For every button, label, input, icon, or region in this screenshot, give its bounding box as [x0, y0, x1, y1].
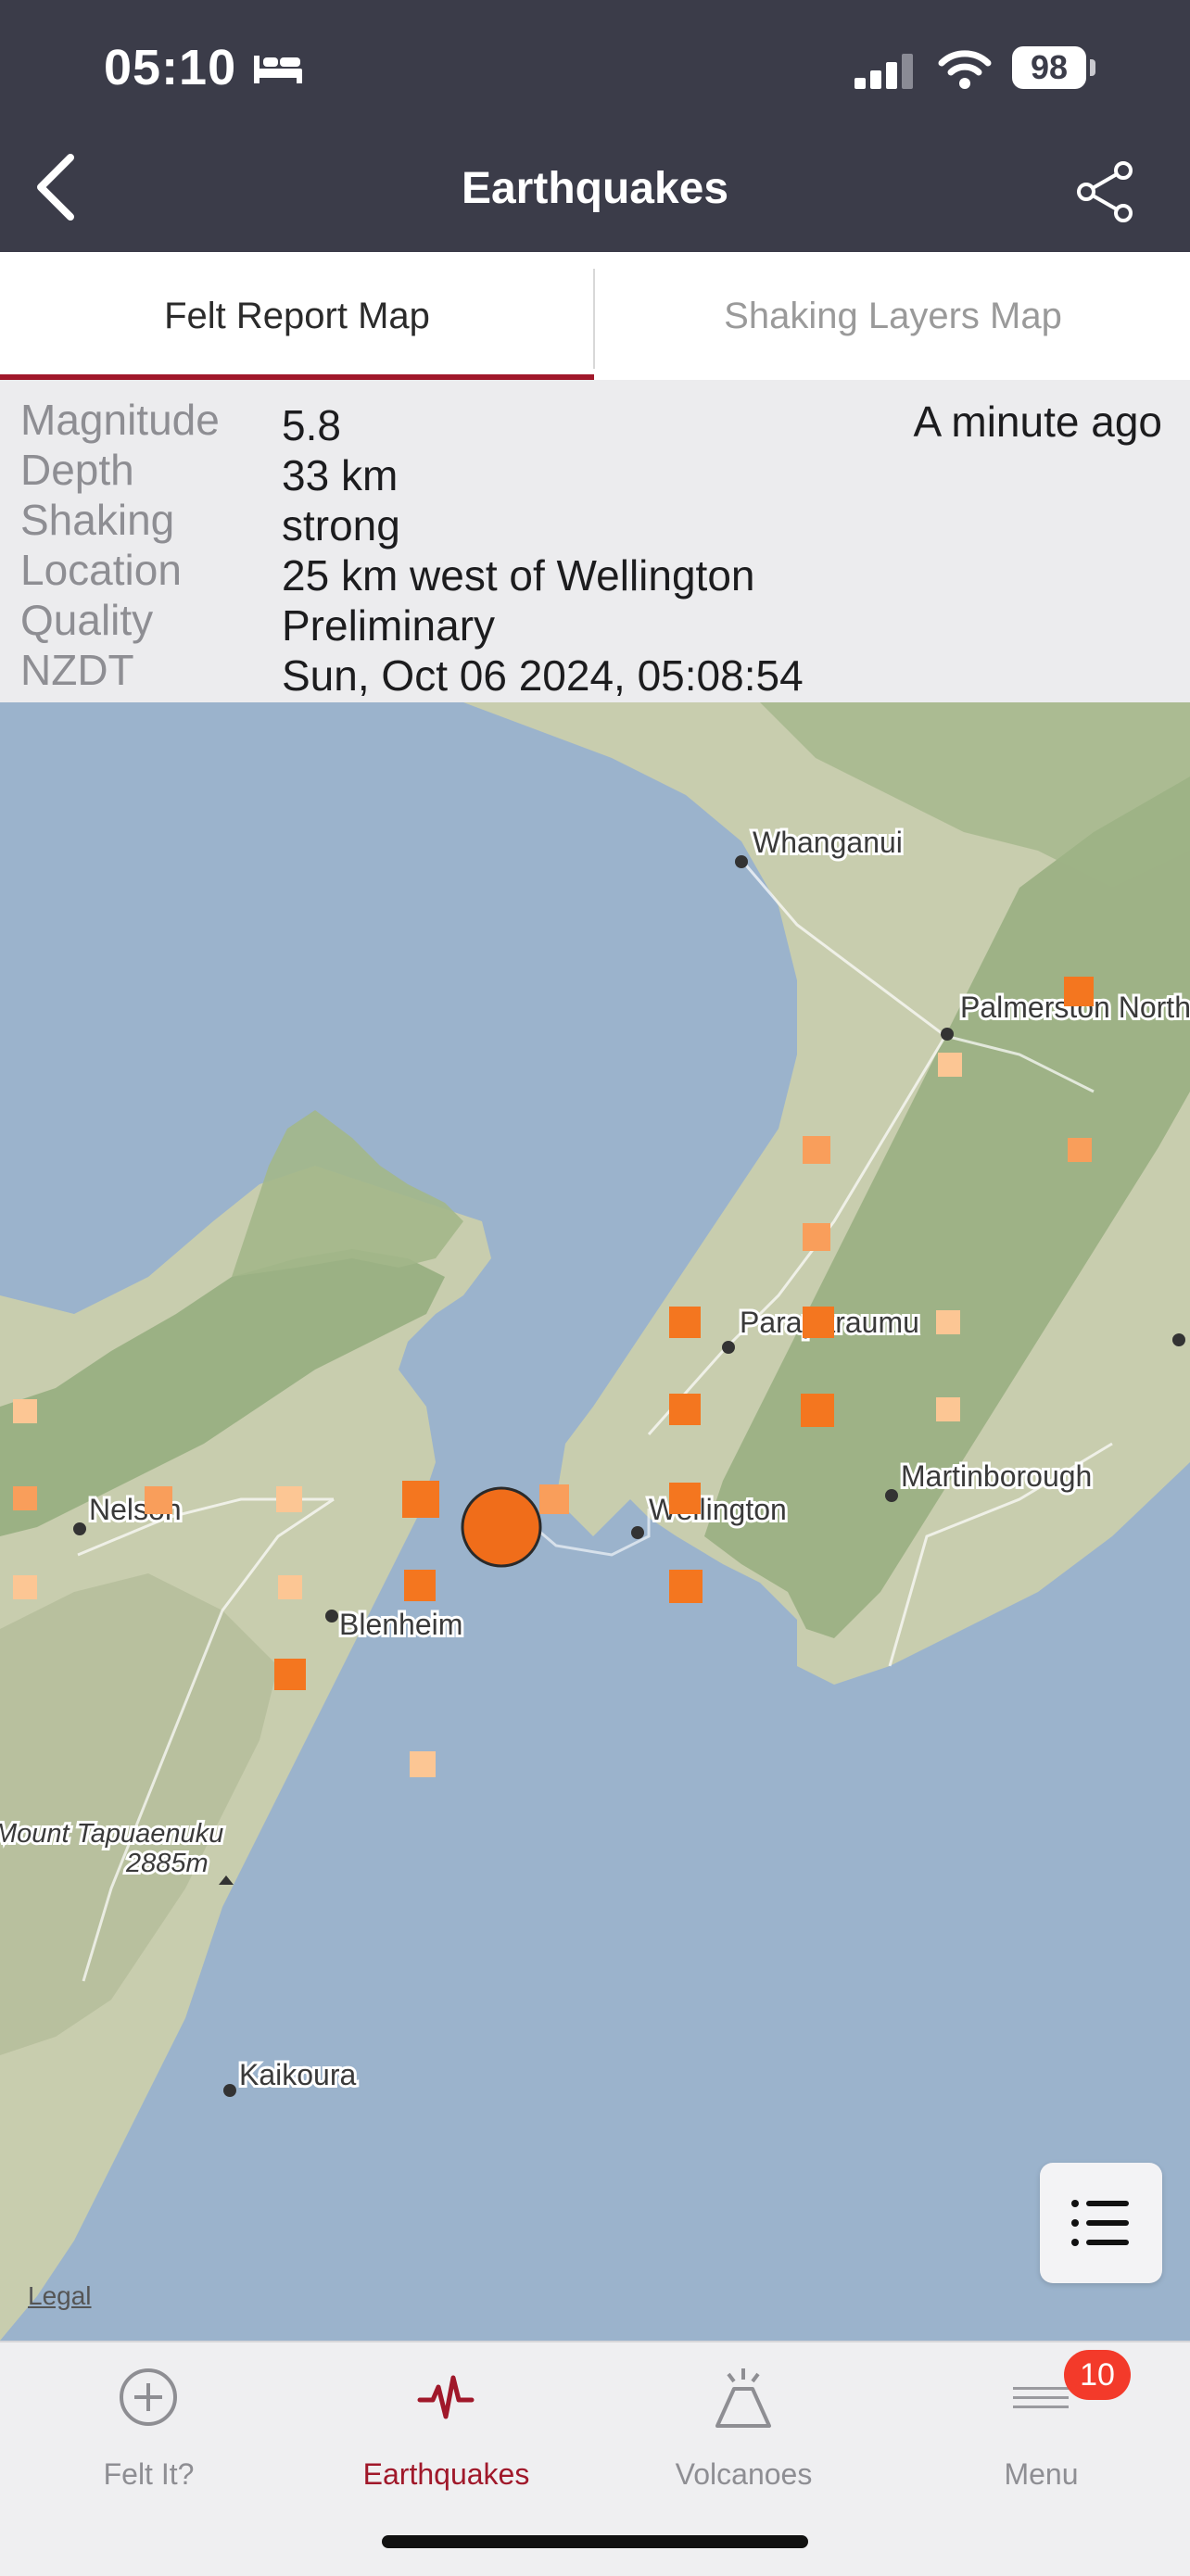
felt-report-strong[interactable]: [669, 1394, 701, 1425]
felt-report-light[interactable]: [13, 1575, 37, 1599]
tabbar-volcanoes[interactable]: Volcanoes: [595, 2342, 892, 2528]
quake-info-panel: A minute ago Magnitude 5.8 Depth 33 km S…: [0, 380, 1190, 702]
signal-icon: [855, 54, 913, 89]
felt-report-strong[interactable]: [1064, 977, 1094, 1006]
quality-value: Preliminary: [282, 601, 496, 650]
place-whanganui: Whanganui: [753, 826, 903, 859]
page-title: Earthquakes: [461, 164, 729, 213]
header-bar: [0, 0, 1190, 252]
magnitude-label: Magnitude: [20, 396, 220, 444]
tabbar-menu[interactable]: Menu: [892, 2342, 1190, 2528]
felt-report-medium[interactable]: [803, 1136, 830, 1164]
felt-report-medium[interactable]: [539, 1484, 569, 1514]
felt-report-light[interactable]: [936, 1310, 960, 1334]
felt-report-medium[interactable]: [803, 1223, 830, 1251]
map-tabs: Felt Report Map Shaking Layers Map: [0, 252, 1190, 380]
felt-report-strong[interactable]: [669, 1483, 701, 1514]
tab-felt-report-map[interactable]: Felt Report Map: [0, 252, 594, 380]
list-icon: [1071, 2200, 1129, 2246]
place-martinborough: Martinborough: [901, 1459, 1092, 1493]
tabbar-label-volcanoes: Volcanoes: [675, 2457, 813, 2491]
epicenter-marker[interactable]: [461, 1486, 542, 1568]
felt-report-light[interactable]: [276, 1486, 302, 1512]
nzdt-label: NZDT: [20, 646, 134, 694]
tab-shaking-layers-map[interactable]: Shaking Layers Map: [596, 252, 1190, 380]
place-blenheim: Blenheim: [339, 1608, 462, 1641]
quality-label: Quality: [20, 596, 154, 644]
share-icon[interactable]: [1075, 161, 1136, 222]
felt-report-strong[interactable]: [803, 1307, 834, 1338]
list-button[interactable]: [1040, 2163, 1162, 2283]
legal-link[interactable]: Legal: [28, 2281, 92, 2311]
shaking-label: Shaking: [20, 496, 175, 544]
pulse-icon: [417, 2375, 475, 2419]
menu-badge: 10: [1064, 2350, 1131, 2400]
tab-divider: [593, 269, 595, 369]
felt-report-strong[interactable]: [404, 1570, 436, 1601]
felt-report-strong[interactable]: [274, 1659, 306, 1690]
shaking-value: strong: [282, 501, 400, 549]
felt-report-light[interactable]: [938, 1053, 962, 1077]
place-mount-tapuaenuku: Mount Tapuaenuku: [0, 1819, 223, 1849]
depth-label: Depth: [20, 446, 134, 494]
felt-report-strong[interactable]: [669, 1570, 703, 1603]
felt-report-strong[interactable]: [801, 1394, 834, 1427]
place-kaikoura: Kaikoura: [239, 2058, 357, 2091]
volcano-icon: [715, 2368, 771, 2428]
felt-report-light[interactable]: [278, 1575, 302, 1599]
bed-icon: [254, 56, 302, 83]
location-label: Location: [20, 546, 182, 594]
tabbar-earthquakes[interactable]: Earthquakes: [298, 2342, 595, 2528]
felt-report-strong[interactable]: [402, 1481, 439, 1518]
felt-report-medium[interactable]: [13, 1486, 37, 1510]
felt-report-medium[interactable]: [1068, 1138, 1092, 1162]
felt-report-strong[interactable]: [669, 1307, 701, 1338]
place-elevation: 2885m: [125, 1849, 209, 1878]
time-ago: A minute ago: [913, 398, 1162, 446]
tabbar-label-felt-it: Felt It?: [103, 2457, 195, 2491]
felt-report-map[interactable]: Whanganui Palmerston North Paraparaumu W…: [0, 702, 1190, 2341]
felt-report-light[interactable]: [936, 1397, 960, 1421]
location-value: 25 km west of Wellington: [282, 551, 755, 600]
home-indicator[interactable]: [382, 2535, 808, 2548]
plus-circle-icon: [120, 2368, 177, 2426]
nzdt-value: Sun, Oct 06 2024, 05:08:54: [282, 651, 804, 700]
wifi-icon: [938, 50, 992, 89]
map-canvas[interactable]: Whanganui Palmerston North Paraparaumu W…: [0, 702, 1190, 2341]
felt-report-medium[interactable]: [145, 1486, 172, 1514]
felt-report-light[interactable]: [410, 1751, 436, 1777]
felt-report-light[interactable]: [13, 1399, 37, 1423]
tabbar-label-menu: Menu: [1004, 2457, 1079, 2491]
status-time: 05:10: [104, 40, 237, 95]
battery-nub: [1090, 59, 1095, 76]
depth-value: 33 km: [282, 451, 399, 499]
tabbar-felt-it[interactable]: Felt It?: [0, 2342, 298, 2528]
tabbar-label-earthquakes: Earthquakes: [362, 2457, 530, 2491]
magnitude-value: 5.8: [282, 401, 341, 449]
battery-icon: 98: [1012, 46, 1086, 89]
